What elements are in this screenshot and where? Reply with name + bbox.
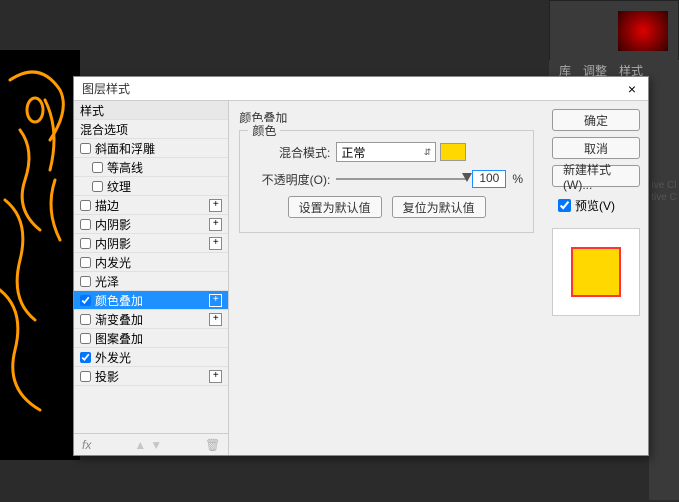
fieldset-legend: 颜色 bbox=[248, 122, 280, 139]
add-icon[interactable]: + bbox=[209, 294, 222, 307]
style-bevel[interactable]: 斜面和浮雕 bbox=[74, 139, 228, 158]
canvas-background bbox=[0, 50, 80, 460]
style-pattern-overlay[interactable]: 图案叠加 bbox=[74, 329, 228, 348]
style-gradient-overlay[interactable]: 渐变叠加+ bbox=[74, 310, 228, 329]
list-footer: fx ▲▼ 🗑 bbox=[74, 433, 228, 455]
close-icon[interactable]: × bbox=[624, 81, 640, 97]
reset-default-button[interactable]: 复位为默认值 bbox=[392, 196, 486, 218]
styles-header[interactable]: 样式 bbox=[74, 101, 228, 120]
chevron-down-icon: ⇵ bbox=[424, 147, 432, 158]
color-fieldset: 颜色 混合模式: 正常 ⇵ 不透明度(O): 100 % bbox=[239, 130, 534, 233]
new-style-button[interactable]: 新建样式(W)... bbox=[552, 165, 640, 187]
add-icon[interactable]: + bbox=[209, 370, 222, 383]
reorder-controls: ▲▼ bbox=[132, 438, 164, 452]
blend-options-row[interactable]: 混合选项 bbox=[74, 120, 228, 139]
arrow-up-icon[interactable]: ▲ bbox=[134, 438, 146, 452]
styles-list-panel: 样式 混合选项 斜面和浮雕 等高线 纹理 描边+ 内阴影+ 内阴影+ 内发光 光… bbox=[74, 101, 229, 455]
ok-button[interactable]: 确定 bbox=[552, 109, 640, 131]
preview-label: 预览(V) bbox=[575, 197, 615, 214]
opacity-slider[interactable]: 100 % bbox=[336, 170, 523, 188]
dialog-title: 图层样式 bbox=[82, 80, 130, 97]
color-preview-swatch bbox=[618, 11, 668, 51]
layer-style-dialog: 图层样式 × 样式 混合选项 斜面和浮雕 等高线 纹理 描边+ 内阴影+ 内阴影… bbox=[73, 76, 649, 456]
blend-mode-select[interactable]: 正常 ⇵ bbox=[336, 142, 436, 162]
outer-glow-checkbox[interactable] bbox=[80, 352, 91, 363]
style-inner-shadow-1[interactable]: 内阴影+ bbox=[74, 215, 228, 234]
actions-panel: 确定 取消 新建样式(W)... 预览(V) bbox=[544, 101, 648, 455]
gradient-overlay-checkbox[interactable] bbox=[80, 314, 91, 325]
stroke-checkbox[interactable] bbox=[80, 200, 91, 211]
cc-badge: ive Cltive C bbox=[649, 180, 679, 204]
style-stroke[interactable]: 描边+ bbox=[74, 196, 228, 215]
add-icon[interactable]: + bbox=[209, 218, 222, 231]
bevel-checkbox[interactable] bbox=[80, 143, 91, 154]
style-inner-glow[interactable]: 内发光 bbox=[74, 253, 228, 272]
blend-mode-value: 正常 bbox=[341, 144, 365, 161]
inner-glow-checkbox[interactable] bbox=[80, 257, 91, 268]
slider-thumb-icon[interactable] bbox=[462, 173, 472, 182]
contour-checkbox[interactable] bbox=[92, 162, 103, 173]
pattern-overlay-checkbox[interactable] bbox=[80, 333, 91, 344]
style-color-overlay[interactable]: 颜色叠加+ bbox=[74, 291, 228, 310]
add-icon[interactable]: + bbox=[209, 237, 222, 250]
drop-shadow-checkbox[interactable] bbox=[80, 371, 91, 382]
dialog-titlebar: 图层样式 × bbox=[74, 77, 648, 101]
opacity-unit: % bbox=[512, 172, 523, 186]
section-title: 颜色叠加 bbox=[239, 109, 534, 126]
style-inner-shadow-2[interactable]: 内阴影+ bbox=[74, 234, 228, 253]
style-texture[interactable]: 纹理 bbox=[74, 177, 228, 196]
make-default-button[interactable]: 设置为默认值 bbox=[288, 196, 382, 218]
add-icon[interactable]: + bbox=[209, 313, 222, 326]
style-outer-glow[interactable]: 外发光 bbox=[74, 348, 228, 367]
fx-label[interactable]: fx bbox=[82, 438, 91, 452]
style-drop-shadow[interactable]: 投影+ bbox=[74, 367, 228, 386]
cancel-button[interactable]: 取消 bbox=[552, 137, 640, 159]
preview-swatch bbox=[571, 247, 621, 297]
preview-box bbox=[552, 228, 640, 316]
app-side-dock: ive Cltive C bbox=[649, 80, 679, 500]
inner-shadow-2-checkbox[interactable] bbox=[80, 238, 91, 249]
satin-checkbox[interactable] bbox=[80, 276, 91, 287]
add-icon[interactable]: + bbox=[209, 199, 222, 212]
overlay-color-swatch[interactable] bbox=[440, 143, 466, 161]
opacity-label: 不透明度(O): bbox=[250, 171, 330, 188]
opacity-input[interactable]: 100 bbox=[472, 170, 506, 188]
blend-mode-label: 混合模式: bbox=[250, 144, 330, 161]
style-satin[interactable]: 光泽 bbox=[74, 272, 228, 291]
texture-checkbox[interactable] bbox=[92, 181, 103, 192]
style-contour[interactable]: 等高线 bbox=[74, 158, 228, 177]
arrow-down-icon[interactable]: ▼ bbox=[150, 438, 162, 452]
options-panel: 颜色叠加 颜色 混合模式: 正常 ⇵ 不透明度(O): 100 % bbox=[229, 101, 544, 455]
trash-icon[interactable]: 🗑 bbox=[205, 438, 220, 452]
preview-checkbox[interactable] bbox=[558, 199, 571, 212]
color-overlay-checkbox[interactable] bbox=[80, 295, 91, 306]
inner-shadow-1-checkbox[interactable] bbox=[80, 219, 91, 230]
